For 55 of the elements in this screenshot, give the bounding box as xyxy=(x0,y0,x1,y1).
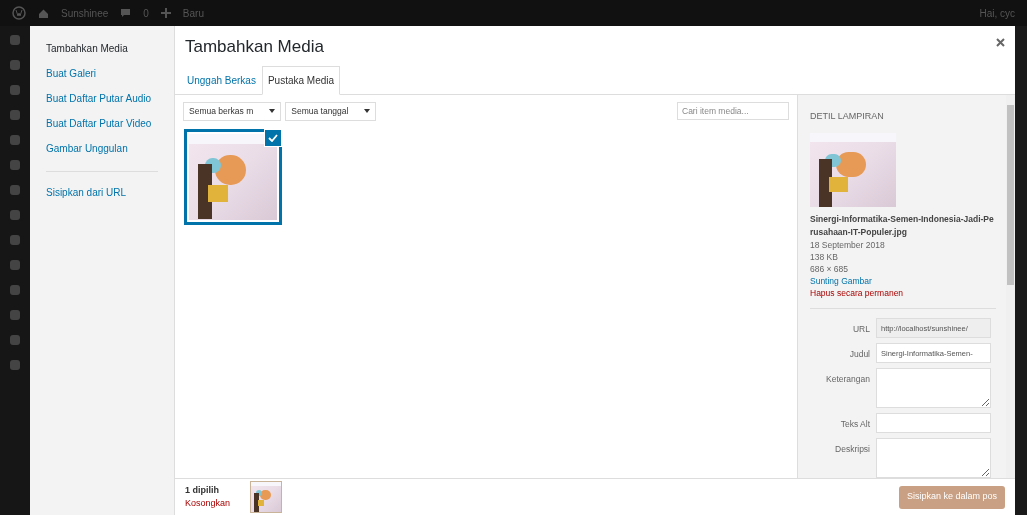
menu-icon[interactable] xyxy=(9,334,21,346)
menu-link[interactable]: Gambar Unggulan xyxy=(46,136,158,161)
menu-icon[interactable] xyxy=(9,34,21,46)
wordpress-logo-icon[interactable] xyxy=(12,6,26,20)
menu-link[interactable]: Sisipkan dari URL xyxy=(46,182,158,203)
field-label: Keterangan xyxy=(825,373,870,386)
tab[interactable]: Pustaka Media xyxy=(261,65,341,95)
menu-icon[interactable] xyxy=(9,59,21,71)
filter-dropdown[interactable]: Semua berkas m xyxy=(183,101,282,121)
menu-icon[interactable] xyxy=(9,109,21,121)
menu-icon[interactable] xyxy=(9,184,21,196)
file-name: Sinergi-Informatika-Semen-Indonesia-Jadi-Perusahaan-IT-Populer.jpg xyxy=(810,213,995,239)
delete-link[interactable]: Hapus secara permanen xyxy=(810,287,996,299)
field-label: URL xyxy=(852,323,870,336)
search-field[interactable]: Cari item media... xyxy=(677,102,789,120)
new-link[interactable]: Baru xyxy=(182,5,204,21)
greeting-link[interactable]: Hai, cyc xyxy=(979,5,1015,21)
menu-link[interactable]: Buat Daftar Putar Video xyxy=(46,111,158,136)
modal-title: Tambahkan Media xyxy=(185,36,324,58)
menu-icon[interactable] xyxy=(9,259,21,271)
menu-icon[interactable] xyxy=(9,284,21,296)
home-icon xyxy=(38,7,49,19)
menu-link[interactable]: Buat Daftar Putar Audio xyxy=(46,86,158,111)
menu-icon[interactable] xyxy=(9,159,21,171)
menu-link[interactable]: Buat Galeri xyxy=(46,61,158,86)
menu-icon[interactable] xyxy=(9,359,21,371)
filter-dropdown[interactable]: Semua tanggal xyxy=(285,101,377,121)
comment-count[interactable]: 0 xyxy=(143,5,149,21)
edit-image-link[interactable]: Sunting Gambar xyxy=(810,275,996,287)
plus-icon xyxy=(160,8,171,18)
caret-icon xyxy=(364,109,371,113)
close-icon[interactable] xyxy=(996,38,1005,47)
details-heading: DETIL LAMPIRAN xyxy=(810,109,885,123)
text-area[interactable] xyxy=(876,438,991,478)
caret-icon xyxy=(269,109,276,113)
selection-count: 1 dipilih xyxy=(185,484,220,497)
menu-icon[interactable] xyxy=(9,209,21,221)
tab[interactable]: Unggah Berkas xyxy=(181,65,262,95)
input-field[interactable] xyxy=(876,413,991,433)
menu-icon[interactable] xyxy=(9,134,21,146)
upload-date: 18 September 2018 xyxy=(810,239,886,251)
comment-icon xyxy=(120,8,132,18)
field-label: Teks Alt xyxy=(839,418,870,431)
field-label: Deskripsi xyxy=(834,443,870,456)
menu-icon[interactable] xyxy=(9,84,21,96)
menu-icon[interactable] xyxy=(9,309,21,321)
menu-icon[interactable] xyxy=(9,234,21,246)
site-name-link[interactable]: Sunshinee xyxy=(61,5,109,21)
menu-link[interactable]: Tambahkan Media xyxy=(46,36,158,61)
image-dimensions: 686 × 685 xyxy=(810,263,850,275)
text-area[interactable] xyxy=(876,368,991,408)
file-size: 138 KB xyxy=(810,251,839,263)
check-icon[interactable] xyxy=(264,128,282,147)
field-label: Judul xyxy=(848,348,870,361)
clear-selection-link[interactable]: Kosongkan xyxy=(185,497,231,510)
